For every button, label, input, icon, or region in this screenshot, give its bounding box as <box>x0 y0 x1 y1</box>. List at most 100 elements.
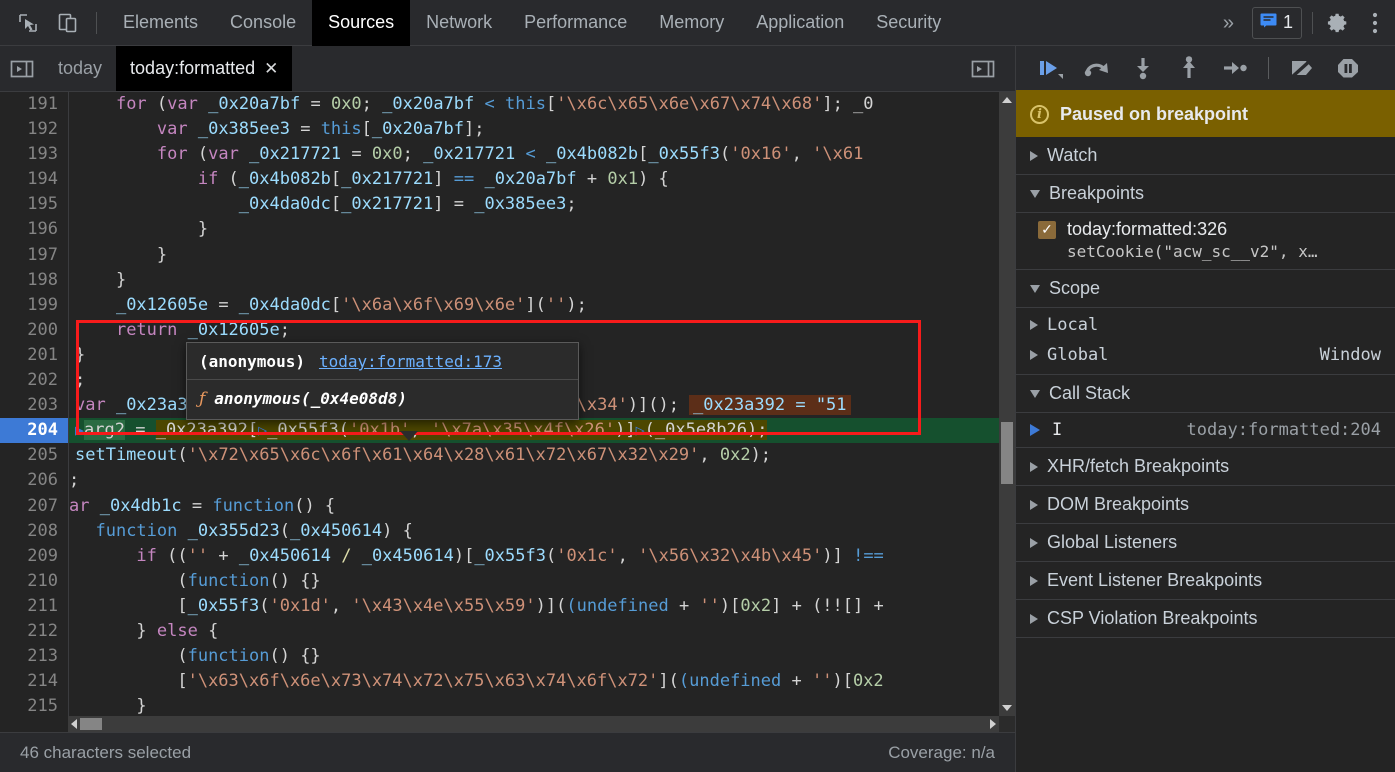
line-number[interactable]: 198 <box>0 268 68 293</box>
pause-on-exceptions-button[interactable] <box>1327 49 1369 87</box>
line-content[interactable]: if (('' + _0x450614 / _0x450614)[_0x55f3… <box>69 544 999 569</box>
value-expand-marker[interactable]: ▶ <box>75 421 84 439</box>
line-number[interactable]: 194 <box>0 167 68 192</box>
line-content[interactable]: [_0x55f3('0x1d', '\x43\x4e\x55\x59')]((u… <box>69 594 999 619</box>
line-number[interactable]: 196 <box>0 217 68 242</box>
line-content[interactable]: _0x12605e = _0x4da0dc['\x6a\x6f\x69\x6e'… <box>69 293 999 318</box>
code-line-current-execution[interactable]: 204 ▶arg2 = _0x23a392[▷_0x55f3('0x1b', '… <box>0 418 999 443</box>
line-number[interactable]: 211 <box>0 594 68 619</box>
line-content[interactable]: function _0x355d23(_0x450614) { <box>69 519 999 544</box>
close-icon[interactable]: ✕ <box>264 60 278 77</box>
line-number[interactable]: 208 <box>0 519 68 544</box>
vertical-scroll-thumb[interactable] <box>1001 422 1013 484</box>
line-number[interactable]: 200 <box>0 318 68 343</box>
show-navigator-icon[interactable] <box>0 46 44 91</box>
line-content[interactable]: ; <box>69 468 999 493</box>
code-line[interactable]: 214 ['\x63\x6f\x6e\x73\x74\x72\x75\x63\x… <box>0 669 999 694</box>
line-number[interactable]: 213 <box>0 644 68 669</box>
tab-memory[interactable]: Memory <box>643 0 740 46</box>
coverage-status[interactable]: Coverage: n/a <box>888 743 995 763</box>
line-number[interactable]: 215 <box>0 694 68 719</box>
line-content[interactable]: } else { <box>69 619 999 644</box>
code-line[interactable]: 197 } <box>0 243 999 268</box>
code-line[interactable]: 191 for (var _0x20a7bf = 0x0; _0x20a7bf … <box>0 92 999 117</box>
editor-tab-today-formatted[interactable]: today:formatted ✕ <box>116 46 292 91</box>
line-content[interactable]: if (_0x4b082b[_0x217721] == _0x20a7bf + … <box>69 167 999 192</box>
line-content[interactable]: (function() {} <box>69 569 999 594</box>
tab-security[interactable]: Security <box>860 0 957 46</box>
code-line[interactable]: 207 ar _0x4db1c = function() { <box>0 494 999 519</box>
line-number[interactable]: 195 <box>0 192 68 217</box>
code-line[interactable]: 193 for (var _0x217721 = 0x0; _0x217721 … <box>0 142 999 167</box>
code-line[interactable]: 209 if (('' + _0x450614 / _0x450614)[_0x… <box>0 544 999 569</box>
code-line[interactable]: 198 } <box>0 268 999 293</box>
code-line[interactable]: 212 } else { <box>0 619 999 644</box>
line-number-current[interactable]: 204 <box>0 418 68 443</box>
tab-elements[interactable]: Elements <box>107 0 214 46</box>
code-line[interactable]: 210 (function() {} <box>0 569 999 594</box>
section-call-stack[interactable]: Call Stack <box>1016 375 1395 413</box>
line-number[interactable]: 206 <box>0 468 68 493</box>
section-breakpoints[interactable]: Breakpoints <box>1016 175 1395 213</box>
line-number[interactable]: 202 <box>0 368 68 393</box>
call-stack-frame[interactable]: I today:formatted:204 <box>1016 413 1395 448</box>
gear-icon[interactable] <box>1313 11 1361 35</box>
code-line[interactable]: 194 if (_0x4b082b[_0x217721] == _0x20a7b… <box>0 167 999 192</box>
tab-performance[interactable]: Performance <box>508 0 643 46</box>
more-panels-chevron-icon[interactable]: » <box>1209 13 1248 33</box>
tab-console[interactable]: Console <box>214 0 312 46</box>
editor-horizontal-scrollbar[interactable] <box>68 716 999 732</box>
scroll-left-arrow-icon[interactable] <box>71 719 77 729</box>
call-stack-location[interactable]: today:formatted:204 <box>1187 420 1381 440</box>
line-content[interactable]: var _0x385ee3 = this[_0x20a7bf]; <box>69 117 999 142</box>
code-line[interactable]: 199 _0x12605e = _0x4da0dc['\x6a\x6f\x69\… <box>0 293 999 318</box>
code-line[interactable]: 200 return _0x12605e; <box>0 318 999 343</box>
line-content[interactable]: for (var _0x217721 = 0x0; _0x217721 < _0… <box>69 142 999 167</box>
show-debugger-sidebar-icon[interactable] <box>961 58 1005 80</box>
line-content[interactable]: ['\x63\x6f\x6e\x73\x74\x72\x75\x63\x74\x… <box>69 669 999 694</box>
device-toolbar-icon[interactable] <box>48 3 88 43</box>
line-number[interactable]: 201 <box>0 343 68 368</box>
scroll-up-arrow-icon[interactable] <box>1002 97 1012 103</box>
line-number[interactable]: 191 <box>0 92 68 117</box>
editor-vertical-scrollbar[interactable] <box>999 92 1015 716</box>
inspect-cursor-icon[interactable] <box>8 3 48 43</box>
code-line[interactable]: 196 } <box>0 217 999 242</box>
step-button[interactable] <box>1214 49 1256 87</box>
step-over-button[interactable] <box>1076 49 1118 87</box>
line-content[interactable]: ▶arg2 = _0x23a392[▷_0x55f3('0x1b', '\x7a… <box>69 418 999 443</box>
line-content[interactable]: } <box>69 268 999 293</box>
breakpoint-list-item[interactable]: ✓ today:formatted:326 setCookie("acw_sc_… <box>1016 213 1395 270</box>
tab-sources[interactable]: Sources <box>312 0 410 46</box>
three-dots-vertical-icon[interactable] <box>1361 10 1389 36</box>
code-line[interactable]: 195 _0x4da0dc[_0x217721] = _0x385ee3; <box>0 192 999 217</box>
code-line[interactable]: 208 function _0x355d23(_0x450614) { <box>0 519 999 544</box>
line-number[interactable]: 197 <box>0 243 68 268</box>
section-csp-violation-breakpoints[interactable]: CSP Violation Breakpoints <box>1016 600 1395 638</box>
editor-tab-today[interactable]: today <box>44 46 116 91</box>
code-line[interactable]: 211 [_0x55f3('0x1d', '\x43\x4e\x55\x59')… <box>0 594 999 619</box>
scope-row-global[interactable]: Global Window <box>1016 340 1395 370</box>
section-global-listeners[interactable]: Global Listeners <box>1016 524 1395 562</box>
code-line[interactable]: 205 setTimeout('\x72\x65\x6c\x6f\x61\x64… <box>0 443 999 468</box>
line-number[interactable]: 192 <box>0 117 68 142</box>
line-number[interactable]: 207 <box>0 494 68 519</box>
section-scope[interactable]: Scope <box>1016 270 1395 308</box>
tooltip-source-link[interactable]: today:formatted:173 <box>319 352 502 371</box>
breakpoint-location[interactable]: today:formatted:326 <box>1067 219 1227 240</box>
line-number[interactable]: 209 <box>0 544 68 569</box>
scroll-down-arrow-icon[interactable] <box>1002 705 1012 711</box>
section-event-listener-breakpoints[interactable]: Event Listener Breakpoints <box>1016 562 1395 600</box>
line-number[interactable]: 205 <box>0 443 68 468</box>
step-out-button[interactable] <box>1168 49 1210 87</box>
resume-script-execution-button[interactable] <box>1030 49 1072 87</box>
line-content[interactable]: } <box>69 217 999 242</box>
line-content[interactable]: (function() {} <box>69 644 999 669</box>
code-editor[interactable]: 191 for (var _0x20a7bf = 0x0; _0x20a7bf … <box>0 92 1015 732</box>
line-number[interactable]: 214 <box>0 669 68 694</box>
line-content[interactable]: _0x4da0dc[_0x217721] = _0x385ee3; <box>69 192 999 217</box>
line-number[interactable]: 193 <box>0 142 68 167</box>
code-line[interactable]: 192 var _0x385ee3 = this[_0x20a7bf]; <box>0 117 999 142</box>
tab-network[interactable]: Network <box>410 0 508 46</box>
line-content[interactable]: setTimeout('\x72\x65\x6c\x6f\x61\x64\x28… <box>69 443 999 468</box>
